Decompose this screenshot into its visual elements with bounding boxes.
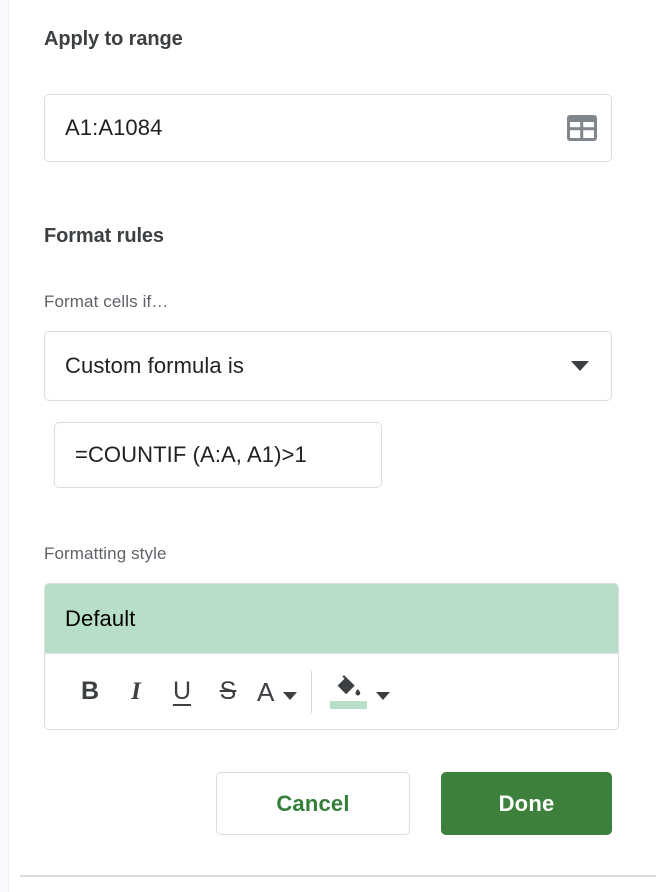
text-color-chevron-down-icon[interactable] xyxy=(283,692,298,700)
formatting-style-card: Default B I U S A xyxy=(44,583,619,730)
cancel-button[interactable]: Cancel xyxy=(216,772,410,835)
condition-type-select[interactable]: Custom formula is xyxy=(44,331,612,401)
custom-formula-value: =COUNTIF (A:A, A1)>1 xyxy=(75,442,307,467)
italic-button[interactable]: I xyxy=(113,665,159,719)
condition-type-value: Custom formula is xyxy=(65,353,244,378)
italic-button-label: I xyxy=(131,677,141,705)
fill-color-chevron-down-icon[interactable] xyxy=(376,692,391,700)
text-color-button[interactable]: A xyxy=(251,676,298,707)
apply-to-range-input[interactable]: A1:A1084 xyxy=(44,94,612,162)
chevron-down-icon[interactable] xyxy=(571,361,589,371)
apply-to-range-value: A1:A1084 xyxy=(65,115,163,140)
underline-button[interactable]: U xyxy=(159,665,205,719)
panel-left-edge-strip xyxy=(0,0,9,892)
paint-bucket-icon xyxy=(330,674,368,709)
custom-formula-input[interactable]: =COUNTIF (A:A, A1)>1 xyxy=(54,422,382,488)
apply-to-range-title: Apply to range xyxy=(44,28,183,50)
fill-color-button[interactable] xyxy=(328,674,391,709)
formatting-style-preview: Default xyxy=(45,584,618,653)
format-cells-if-label: Format cells if… xyxy=(44,292,169,311)
fill-color-swatch xyxy=(330,701,368,709)
toolbar-divider xyxy=(311,670,313,713)
formatting-style-preview-text: Default xyxy=(65,605,136,631)
bold-button[interactable]: B xyxy=(67,665,113,719)
formatting-style-toolbar: B I U S A xyxy=(45,653,618,729)
underline-button-label: U xyxy=(172,677,192,705)
strikethrough-button-label: S xyxy=(219,677,237,705)
bold-button-label: B xyxy=(80,677,100,705)
grid-table-icon[interactable] xyxy=(567,115,597,141)
done-button[interactable]: Done xyxy=(441,772,612,835)
panel-bottom-divider xyxy=(20,875,656,877)
format-rules-title: Format rules xyxy=(44,225,164,247)
conditional-format-rules-panel: Apply to range A1:A1084 Format rules For… xyxy=(10,0,656,892)
formatting-style-label: Formatting style xyxy=(44,544,167,563)
text-color-a-icon: A xyxy=(257,676,275,707)
strikethrough-button[interactable]: S xyxy=(205,665,251,719)
